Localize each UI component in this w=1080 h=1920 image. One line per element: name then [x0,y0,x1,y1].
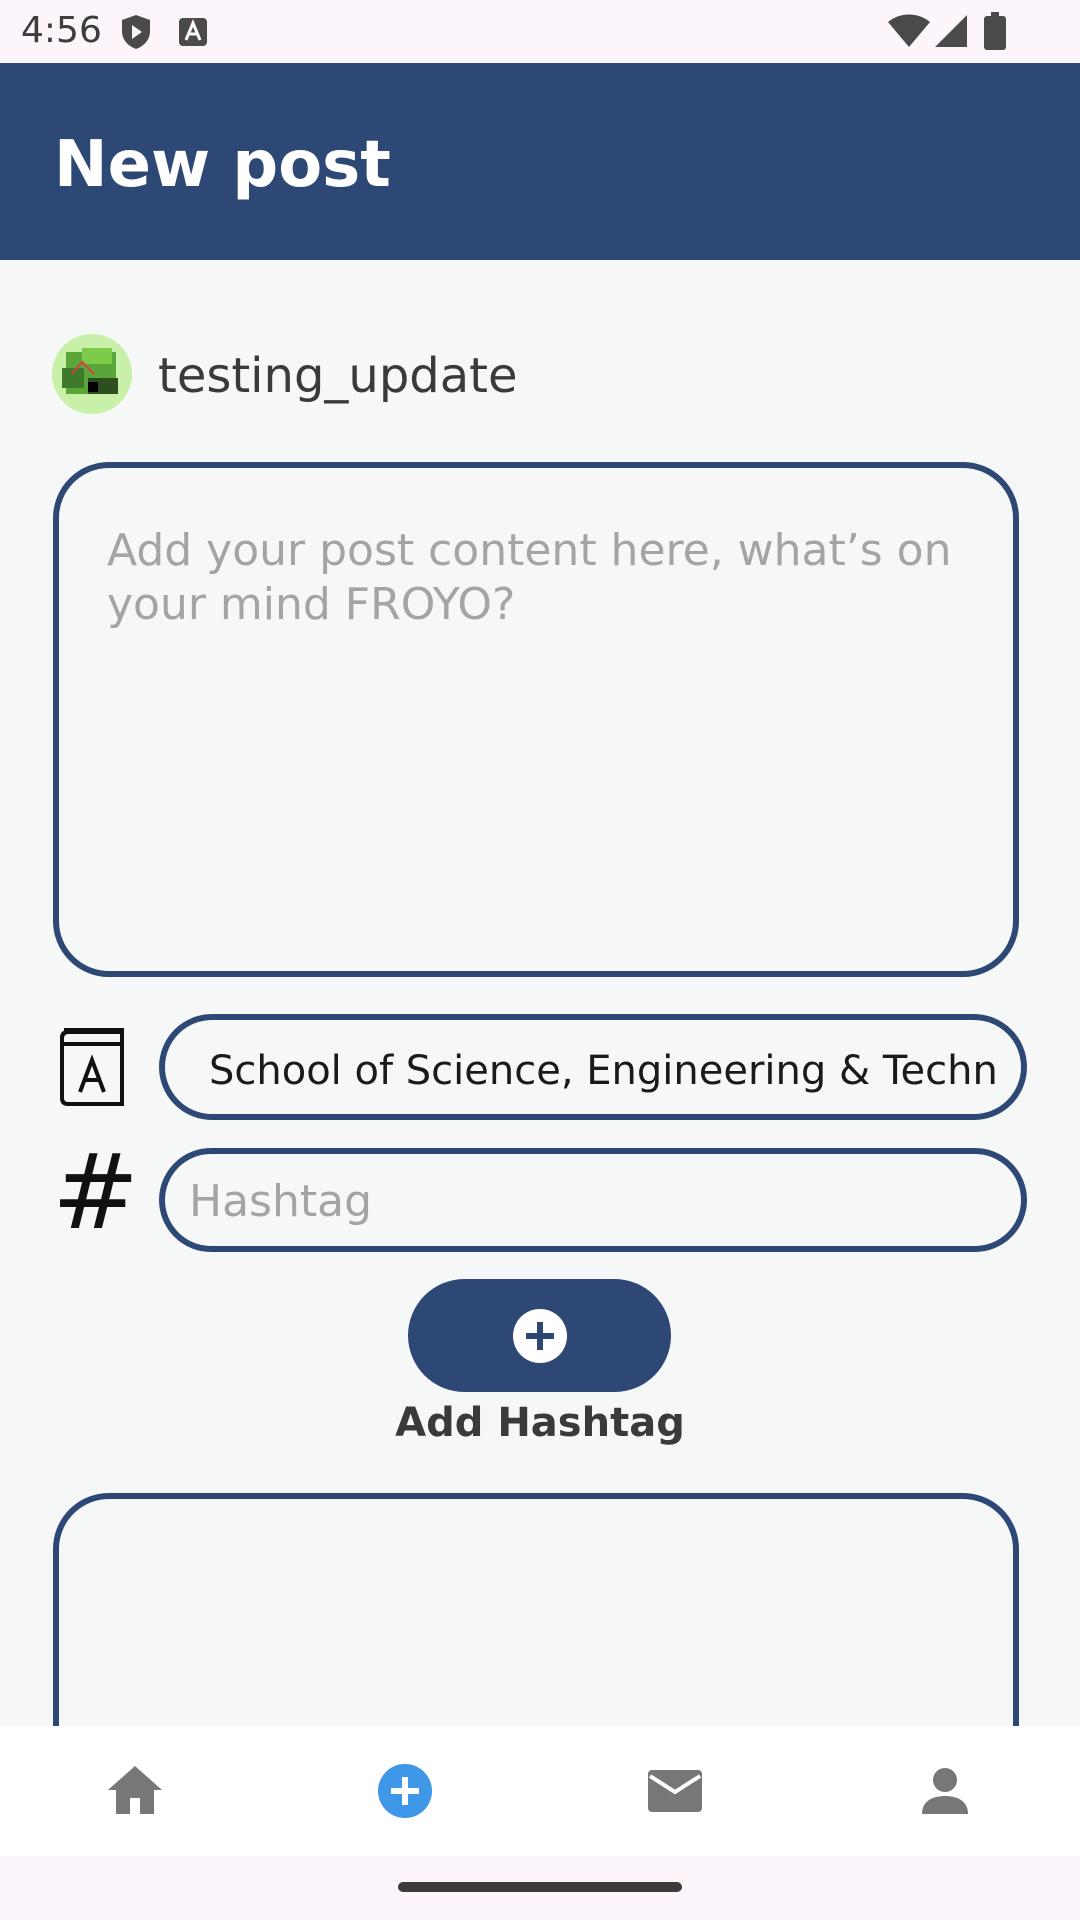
home-icon [108,1766,162,1814]
add-hashtag-label: Add Hashtag [395,1400,685,1446]
add-circle-icon [378,1764,432,1818]
shield-play-icon [122,15,150,49]
font-a-icon [179,18,207,46]
avatar [52,334,132,414]
bottom-navigation [0,1726,1080,1856]
gesture-handle[interactable] [398,1882,682,1892]
wifi-icon [888,14,930,47]
add-circle-icon [513,1309,567,1363]
nav-messages[interactable] [640,1756,710,1826]
username: testing_update [158,348,518,404]
nav-home[interactable] [100,1756,170,1826]
hashtag-field[interactable] [159,1148,1027,1252]
person-icon [922,1768,968,1814]
signal-icon [935,15,967,47]
battery-icon [984,12,1006,50]
add-hashtag-button[interactable] [408,1279,671,1392]
app-bar: New post [0,63,1080,260]
nav-new-post[interactable] [370,1756,440,1826]
school-selector[interactable]: School of Science, Engineering & Techno.… [159,1014,1027,1120]
mail-icon [648,1770,702,1812]
avatar-image [52,334,132,414]
post-content-placeholder: Add your post content here, what’s on yo… [107,525,952,630]
hashtag-input[interactable] [187,1170,991,1232]
gesture-area [0,1856,1080,1920]
school-value: School of Science, Engineering & Techno.… [209,1048,999,1094]
post-content-input[interactable]: Add your post content here, what’s on yo… [53,462,1019,977]
nav-profile[interactable] [910,1756,980,1826]
status-bar: 4:56 [0,0,1080,63]
page-title: New post [54,128,391,202]
status-time: 4:56 [21,10,102,51]
book-icon [60,1028,124,1106]
hashtag-icon: # [52,1131,140,1253]
